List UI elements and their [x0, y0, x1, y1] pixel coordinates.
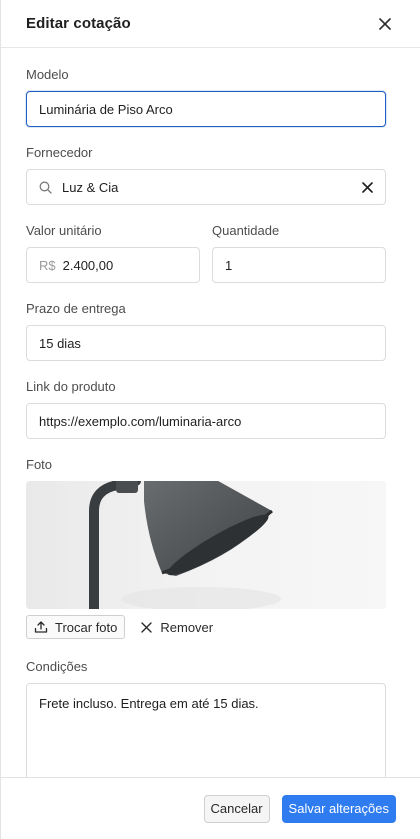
- close-icon: [379, 17, 391, 30]
- foto-label: Foto: [26, 457, 53, 472]
- panel-title: Editar cotação: [26, 15, 131, 32]
- upload-icon: [34, 620, 48, 634]
- condicoes-textarea[interactable]: Frete incluso. Entrega em até 15 dias.: [26, 683, 386, 777]
- quantidade-label: Quantidade: [212, 223, 280, 238]
- prazo-label: Prazo de entrega: [26, 301, 126, 316]
- fornecedor-field: Fornecedor Luz & Cia: [26, 145, 386, 205]
- currency-prefix: R$: [39, 257, 56, 273]
- cancel-button[interactable]: Cancelar: [203, 794, 270, 823]
- link-value: https://exemplo.com/luminaria-arco: [39, 413, 242, 429]
- lamp-photo-image: [26, 481, 386, 609]
- panel-footer: Cancelar Salvar alterações: [1, 777, 420, 839]
- change-photo-label: Trocar foto: [55, 619, 118, 635]
- prazo-value: 15 dias: [39, 335, 81, 351]
- panel-body: Modelo Luminária de Piso Arco Fornecedor…: [1, 48, 420, 777]
- link-input[interactable]: https://exemplo.com/luminaria-arco: [26, 403, 386, 439]
- prazo-input[interactable]: 15 dias: [26, 325, 386, 361]
- photo-actions: Trocar foto Remover: [26, 615, 213, 639]
- quantidade-value: 1: [225, 257, 233, 273]
- search-icon: [39, 181, 52, 194]
- fornecedor-label: Fornecedor: [26, 145, 93, 160]
- valor-label: Valor unitário: [26, 223, 102, 238]
- prazo-field: Prazo de entrega 15 dias: [26, 301, 386, 361]
- modelo-input[interactable]: Luminária de Piso Arco: [26, 91, 386, 127]
- save-button[interactable]: Salvar alterações: [281, 794, 396, 823]
- remove-icon: [141, 621, 153, 633]
- remove-photo-label: Remover: [160, 619, 214, 635]
- quantidade-input[interactable]: 1: [212, 247, 386, 283]
- foto-field: Foto: [26, 457, 386, 609]
- change-photo-button[interactable]: Trocar foto: [26, 615, 126, 639]
- condicoes-field: Condições Frete incluso. Entrega em até …: [26, 659, 386, 777]
- panel-header: Editar cotação: [1, 0, 420, 48]
- valor-value: 2.400,00: [62, 257, 114, 273]
- link-field: Link do produto https://exemplo.com/lumi…: [26, 379, 386, 439]
- edit-quote-panel: Editar cotação Modelo Luminária de Piso …: [0, 0, 420, 839]
- modelo-label: Modelo: [26, 67, 69, 82]
- clear-icon[interactable]: [362, 181, 373, 193]
- modelo-field: Modelo Luminária de Piso Arco: [26, 67, 386, 127]
- remove-photo-button[interactable]: Remover: [141, 620, 213, 635]
- close-button[interactable]: [374, 13, 396, 35]
- valor-input[interactable]: R$ 2.400,00: [26, 247, 200, 283]
- product-photo: [26, 481, 386, 609]
- valor-field: Valor unitário R$ 2.400,00: [26, 223, 200, 283]
- fornecedor-combobox[interactable]: Luz & Cia: [26, 169, 386, 205]
- modelo-value: Luminária de Piso Arco: [39, 101, 173, 117]
- quantidade-field: Quantidade 1: [212, 223, 386, 283]
- link-label: Link do produto: [26, 379, 116, 394]
- fornecedor-value: Luz & Cia: [62, 179, 119, 195]
- condicoes-label: Condições: [26, 659, 88, 674]
